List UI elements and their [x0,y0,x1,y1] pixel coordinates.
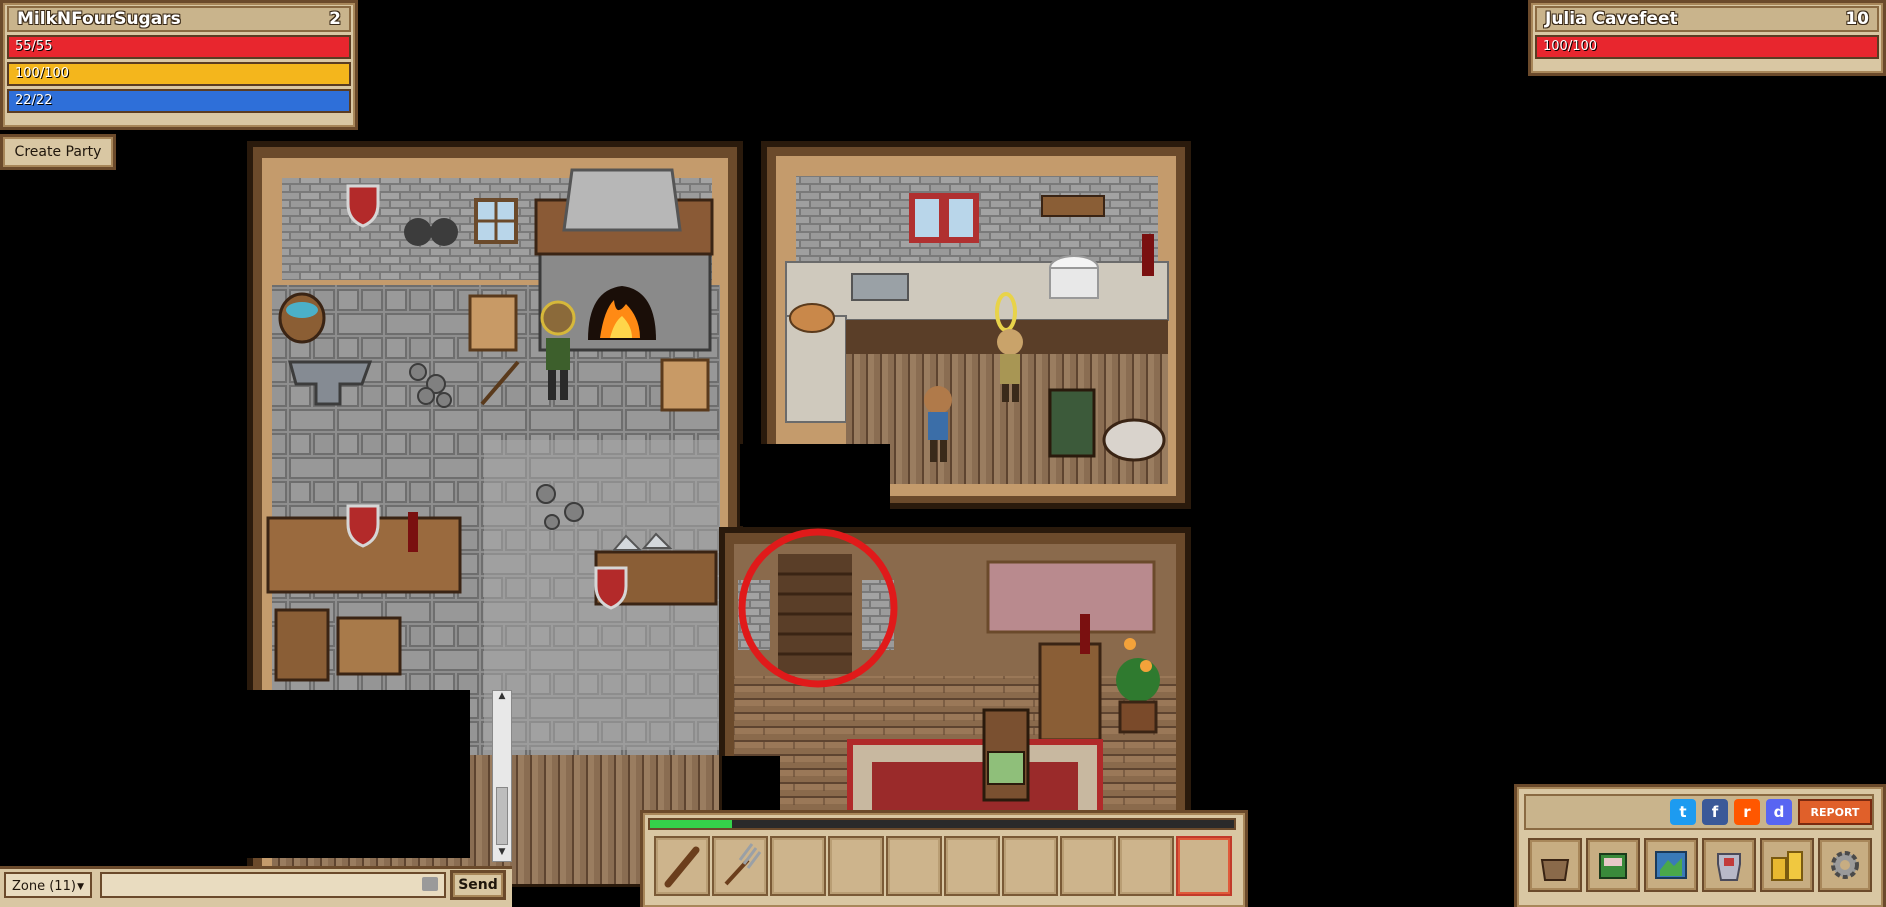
reddit-icon[interactable]: r [1734,799,1760,825]
create-party-button[interactable]: Create Party [0,134,116,170]
quest-book-button[interactable] [1586,838,1640,892]
chat-scrollbar[interactable]: ▲ ▼ [492,690,512,862]
wooden-club-icon [664,846,700,888]
target-name: Julia Cavefeet [1545,9,1678,29]
chat-channel-label: Zone (11) [12,879,76,894]
settings-gear-button[interactable] [1818,838,1872,892]
send-button[interactable]: Send [450,870,506,900]
stamina-text: 100/100 [15,66,70,81]
hotbar-slot-2[interactable] [712,836,768,896]
player-frame: MilkNFourSugars 2 55/55 100/100 22/22 [0,0,358,130]
xp-fill [650,820,732,828]
character-armor-button[interactable] [1702,838,1756,892]
hotbar-slot-10[interactable] [1176,836,1232,896]
pink-wall [986,560,1156,634]
crate [336,616,402,676]
inventory-bag-button[interactable] [1528,838,1582,892]
report-label: REPORT [1810,805,1860,819]
world-map-button[interactable] [1644,838,1698,892]
hotbar-slot-3[interactable] [770,836,826,896]
hp-text: 55/55 [15,39,53,54]
xp-bar [648,818,1236,830]
shelf [274,608,330,682]
twitter-icon[interactable]: t [1670,799,1696,825]
sink [851,273,909,301]
hotbar-slot-4[interactable] [828,836,884,896]
hotbar-slot-5[interactable] [886,836,942,896]
mana-fill [9,91,349,111]
hp-bar: 55/55 [7,35,351,59]
nightstand [1038,642,1102,742]
scroll-thumb[interactable] [496,787,508,845]
window-curtain [909,193,979,243]
hotbar-slot-8[interactable] [1060,836,1116,896]
discord-icon[interactable]: d [1766,799,1792,825]
mana-text: 22/22 [15,93,53,108]
character-armor-icon [1717,853,1741,881]
target-hp-text: 100/100 [1543,39,1598,54]
stamina-bar: 100/100 [7,62,351,86]
chevron-down-icon: ▼ [77,882,84,892]
target-frame: Julia Cavefeet 10 100/100 [1528,0,1886,76]
mana-bar: 22/22 [7,89,351,113]
hotbar-slot-7[interactable] [1002,836,1058,896]
hp-fill [9,37,349,57]
round-table [1102,418,1166,462]
counter [785,261,1169,321]
facebook-icon[interactable]: f [1702,799,1728,825]
keyboard-icon[interactable] [422,877,438,891]
chat-input[interactable] [100,872,446,898]
pitchfork-icon [724,843,762,886]
gold-coins-button[interactable] [1760,838,1814,892]
firewood-stack [468,294,518,352]
scroll-down-arrow-icon[interactable]: ▼ [493,847,511,861]
target-hp-bar: 100/100 [1535,35,1879,59]
world-map-icon [1655,851,1687,879]
chair-kitchen [1048,388,1096,458]
shield-icon [346,184,380,228]
plate-stack [1049,255,1099,299]
target-name-row: Julia Cavefeet 10 [1535,6,1879,32]
hotbar-slot-6[interactable] [944,836,1000,896]
target-level: 10 [1845,9,1869,29]
player-level: 2 [329,9,341,29]
player-name-row: MilkNFourSugars 2 [7,6,351,32]
roast-chicken [789,303,835,333]
hotbar-slot-9[interactable] [1118,836,1174,896]
quest-book-icon [1599,853,1627,879]
gold-coins-icon [1771,851,1803,881]
scroll-up-arrow-icon[interactable]: ▲ [493,691,511,705]
firewood-stack-2 [660,358,710,412]
inventory-bag-icon [1540,859,1570,881]
chat-channel-select[interactable]: Zone (11) ▼ [4,872,92,898]
hotbar-slot-1[interactable] [654,836,710,896]
settings-gear-icon [1831,851,1859,879]
chat-log[interactable] [0,690,470,858]
player-name: MilkNFourSugars [17,9,181,29]
report-button[interactable]: REPORT [1798,799,1872,825]
